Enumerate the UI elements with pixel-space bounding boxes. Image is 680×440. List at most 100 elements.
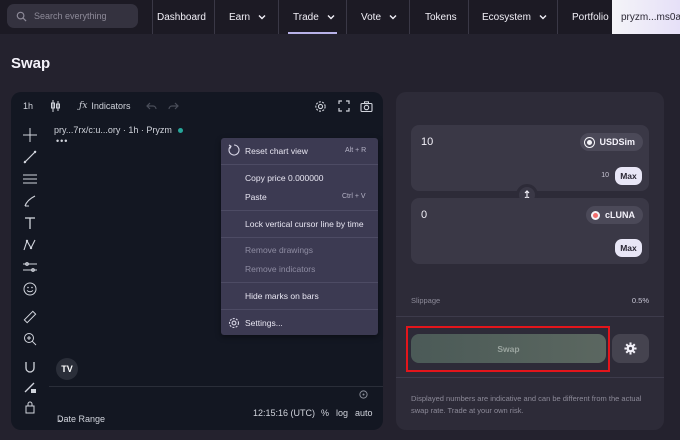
crosshair-icon[interactable]	[23, 128, 37, 142]
undo-icon	[146, 102, 157, 109]
menu-separator	[221, 164, 378, 165]
wallet-button[interactable]: pryzm...ms0a	[612, 0, 680, 34]
menu-remove-drawings: Remove drawings	[245, 245, 313, 255]
nav-vote[interactable]: Vote	[361, 0, 397, 34]
menu-settings[interactable]: Settings...	[245, 318, 283, 328]
pattern-icon[interactable]	[23, 238, 37, 252]
chart-type-button[interactable]	[50, 92, 61, 120]
symbol-text: pry...7rx/c:u...ory · 1h · Pryzm	[54, 125, 172, 135]
scroll-to-realtime-icon[interactable]	[359, 390, 368, 399]
nav-earn[interactable]: Earn	[229, 0, 266, 34]
cluna-token-icon	[590, 210, 600, 220]
candles-icon	[51, 100, 60, 112]
menu-separator	[221, 309, 378, 310]
magnet-icon[interactable]	[23, 360, 37, 374]
pencil-lock-icon[interactable]	[23, 380, 37, 394]
chevron-down-icon: ⌄	[57, 414, 65, 424]
menu-lock-vertical-cursor[interactable]: Lock vertical cursor line by time	[245, 219, 364, 229]
menu-reset-chart-view[interactable]: Reset chart view Alt + R	[245, 146, 366, 156]
nav-ecosystem[interactable]: Ecosystem	[482, 0, 547, 34]
prediction-icon[interactable]	[23, 260, 37, 274]
nav-separator	[214, 0, 215, 34]
tradingview-logo: TV	[56, 358, 78, 380]
to-token-card: cLUNA Max	[411, 198, 649, 264]
menu-item-label: Reset chart view	[245, 146, 308, 156]
swap-button-highlight	[406, 326, 610, 372]
nav-dashboard[interactable]: Dashboard	[157, 0, 206, 34]
swap-settings-button[interactable]	[612, 334, 649, 363]
top-navigation: Dashboard Earn Trade Vote Tokens Ecosyst…	[0, 0, 680, 34]
menu-item-label: Settings...	[245, 318, 283, 328]
legend-more[interactable]: •••	[56, 136, 68, 146]
divider	[396, 316, 664, 317]
nav-portfolio[interactable]: Portfolio	[572, 0, 609, 34]
search-box[interactable]	[7, 4, 138, 28]
chart-context-menu: Reset chart view Alt + R Copy price 0.000…	[221, 138, 378, 335]
brush-icon[interactable]	[23, 194, 37, 208]
menu-separator	[221, 237, 378, 238]
chevron-down-icon	[539, 15, 547, 20]
menu-separator	[221, 282, 378, 283]
menu-item-shortcut: Alt + R	[345, 147, 367, 154]
nav-separator	[409, 0, 410, 34]
undo-button[interactable]	[146, 92, 157, 120]
ruler-icon[interactable]	[23, 310, 37, 324]
menu-copy-price[interactable]: Copy price 0.000000	[245, 173, 323, 183]
emoji-icon[interactable]	[23, 282, 37, 296]
interval-button[interactable]: 1h	[23, 92, 33, 120]
search-icon	[16, 11, 27, 22]
fullscreen-button[interactable]	[338, 92, 350, 120]
log-toggle[interactable]: log	[336, 408, 348, 418]
nav-portfolio-label: Portfolio	[572, 11, 609, 23]
text-tool-icon[interactable]	[23, 216, 37, 230]
indicators-label: Indicators	[91, 101, 131, 111]
percent-toggle[interactable]: %	[321, 408, 329, 418]
chart-settings-button[interactable]	[314, 92, 327, 120]
redo-icon	[168, 102, 179, 109]
menu-item-label: Paste	[245, 192, 267, 202]
chevron-down-icon	[389, 15, 397, 20]
menu-remove-indicators: Remove indicators	[245, 264, 315, 274]
wallet-address: pryzm...ms0a	[621, 11, 680, 23]
from-max-button[interactable]: Max	[615, 167, 642, 185]
auto-toggle[interactable]: auto	[355, 408, 373, 418]
search-input[interactable]	[34, 11, 134, 21]
zoom-in-icon[interactable]	[23, 332, 37, 346]
nav-separator	[468, 0, 469, 34]
slippage-value[interactable]: 0.5%	[632, 296, 649, 305]
to-amount-input[interactable]	[421, 209, 541, 221]
from-token-selector[interactable]: USDSim	[580, 133, 643, 151]
fx-icon: ƒx	[79, 101, 88, 111]
drawing-toolbar	[11, 122, 49, 414]
nav-vote-label: Vote	[361, 11, 382, 23]
chevron-down-icon	[327, 15, 335, 20]
nav-separator	[152, 0, 153, 34]
fib-retracement-icon[interactable]	[23, 172, 37, 186]
screenshot-button[interactable]	[360, 92, 373, 120]
from-token-card: USDSim 10 Max	[411, 125, 649, 191]
fullscreen-icon	[338, 100, 350, 112]
trend-line-icon[interactable]	[23, 150, 37, 164]
menu-item-label: Hide marks on bars	[245, 291, 319, 301]
symbol-legend: pry...7rx/c:u...ory · 1h · Pryzm	[54, 125, 183, 135]
indicators-button[interactable]: ƒx Indicators	[79, 92, 130, 120]
to-max-button[interactable]: Max	[615, 239, 642, 257]
menu-item-label: Lock vertical cursor line by time	[245, 219, 364, 229]
max-label: Max	[620, 243, 637, 253]
to-token-selector[interactable]: cLUNA	[585, 206, 643, 224]
nav-trade-label: Trade	[293, 11, 319, 23]
gear-icon	[228, 317, 240, 329]
gear-icon	[315, 100, 326, 112]
utc-clock[interactable]: 12:15:16 (UTC)	[253, 408, 315, 418]
reset-icon	[228, 144, 240, 156]
from-balance: 10	[601, 172, 609, 179]
nav-tokens[interactable]: Tokens	[425, 0, 457, 34]
nav-trade[interactable]: Trade	[293, 0, 335, 34]
redo-button[interactable]	[168, 92, 179, 120]
time-axis-line	[49, 386, 383, 387]
slippage-label: Slippage	[411, 296, 441, 305]
menu-paste[interactable]: Paste Ctrl + V	[245, 192, 366, 202]
from-amount-input[interactable]	[421, 136, 541, 148]
menu-hide-marks[interactable]: Hide marks on bars	[245, 291, 319, 301]
max-label: Max	[620, 171, 637, 181]
